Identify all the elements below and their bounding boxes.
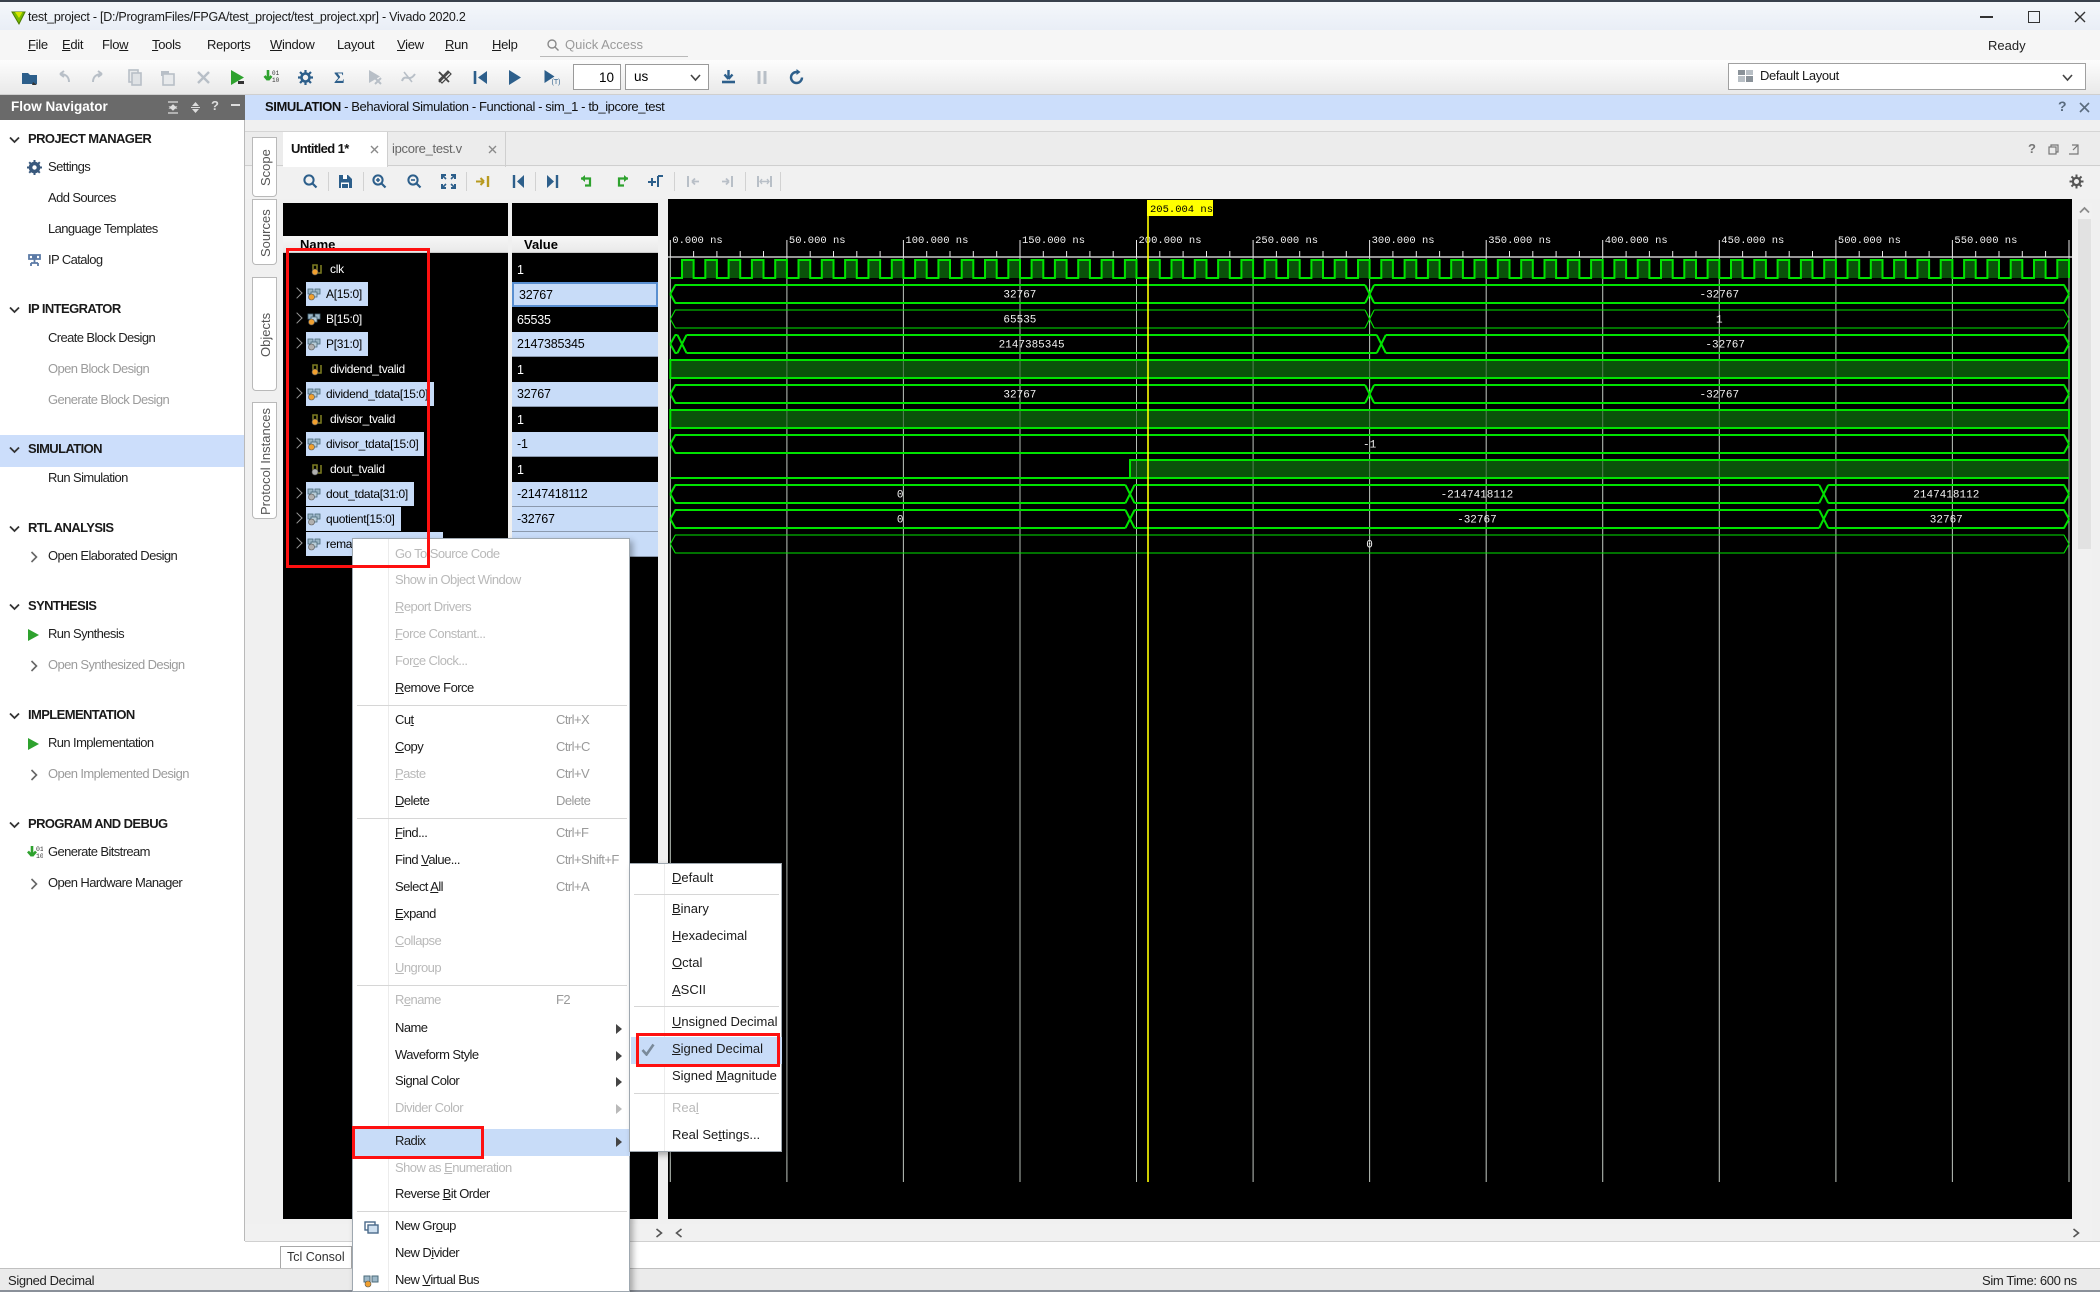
svg-text:550.000 ns: 550.000 ns bbox=[1954, 235, 2017, 247]
svg-text:100.000 ns: 100.000 ns bbox=[905, 235, 968, 247]
svg-text:(T): (T) bbox=[552, 79, 561, 86]
svg-text:150.000 ns: 150.000 ns bbox=[1022, 235, 1085, 247]
svg-text:0: 0 bbox=[897, 490, 904, 502]
svg-text:450.000 ns: 450.000 ns bbox=[1721, 235, 1784, 247]
svg-text:32767: 32767 bbox=[1003, 390, 1036, 402]
svg-text:32767: 32767 bbox=[1003, 290, 1036, 302]
svg-text:10: 10 bbox=[36, 853, 43, 860]
svg-text:-32767: -32767 bbox=[1705, 340, 1745, 352]
svg-text:-32767: -32767 bbox=[1699, 390, 1739, 402]
svg-text:300.000 ns: 300.000 ns bbox=[1372, 235, 1435, 247]
svg-text:250.000 ns: 250.000 ns bbox=[1255, 235, 1318, 247]
svg-text:400.000 ns: 400.000 ns bbox=[1605, 235, 1668, 247]
svg-text:2147418112: 2147418112 bbox=[1913, 490, 1979, 502]
svg-text:0: 0 bbox=[897, 515, 904, 527]
svg-text:01: 01 bbox=[36, 846, 43, 853]
svg-text:350.000 ns: 350.000 ns bbox=[1488, 235, 1551, 247]
svg-text:-2147418112: -2147418112 bbox=[1441, 490, 1514, 502]
svg-text:Σ: Σ bbox=[334, 70, 344, 86]
svg-text:65535: 65535 bbox=[1003, 315, 1036, 327]
svg-text:500.000 ns: 500.000 ns bbox=[1838, 235, 1901, 247]
svg-text:205.004 ns: 205.004 ns bbox=[1150, 204, 1213, 216]
svg-text:0: 0 bbox=[1366, 540, 1373, 552]
svg-text:10: 10 bbox=[272, 77, 280, 84]
svg-text:50.000 ns: 50.000 ns bbox=[789, 235, 846, 247]
svg-text:32767: 32767 bbox=[1930, 515, 1963, 527]
svg-text:-32767: -32767 bbox=[1457, 515, 1497, 527]
svg-text:0.000 ns: 0.000 ns bbox=[672, 235, 722, 247]
svg-text:-1: -1 bbox=[1363, 440, 1377, 452]
svg-text:-32767: -32767 bbox=[1699, 290, 1739, 302]
svg-text:2147385345: 2147385345 bbox=[999, 340, 1065, 352]
svg-text:01: 01 bbox=[272, 70, 280, 77]
svg-text:1: 1 bbox=[1716, 315, 1723, 327]
